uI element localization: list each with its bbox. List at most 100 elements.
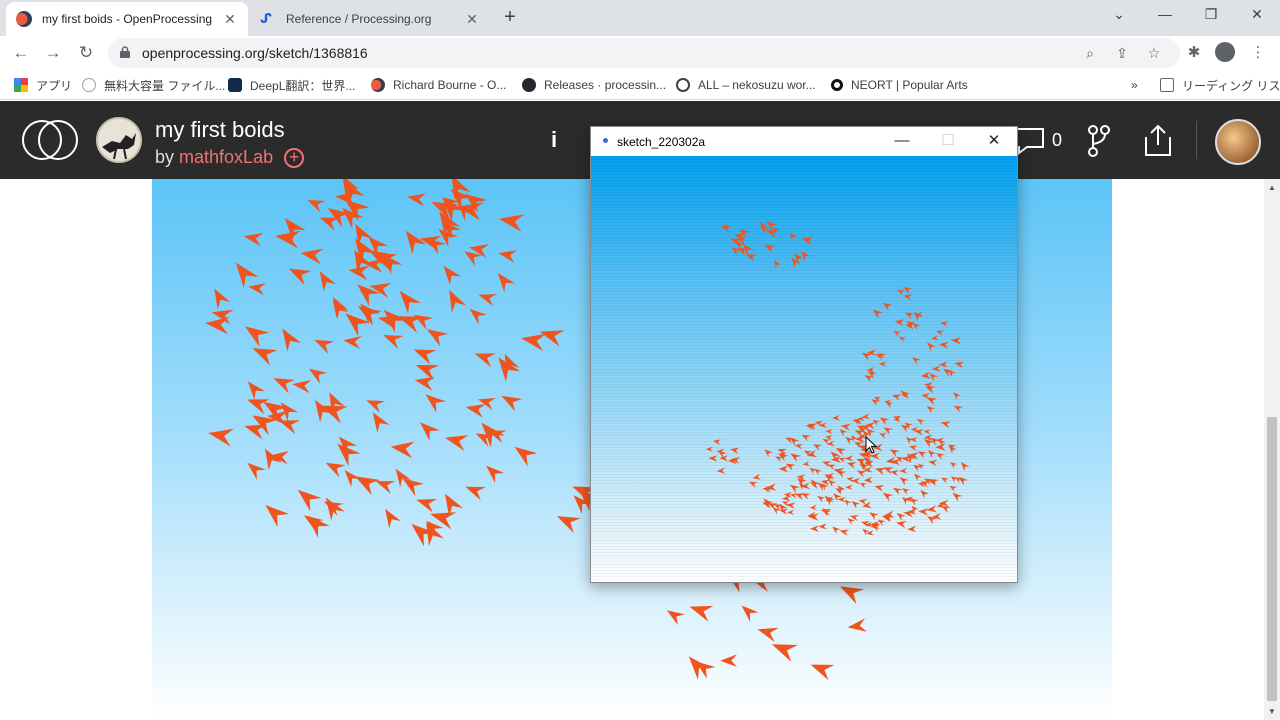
boid — [874, 485, 885, 492]
boid — [948, 445, 957, 454]
browser-toolbar: ← → ↻ openprocessing.org/sketch/1368816 … — [0, 36, 1280, 70]
boid — [720, 654, 738, 667]
close-window-icon[interactable]: ✕ — [1234, 0, 1280, 30]
author-avatar[interactable] — [96, 117, 142, 163]
boid — [846, 462, 857, 469]
boid — [940, 321, 949, 327]
boid — [343, 336, 362, 350]
share-icon[interactable] — [1140, 123, 1176, 157]
tab-processing-reference[interactable]: ᔑ Reference / Processing.org ✕ — [250, 2, 490, 36]
boid — [444, 435, 469, 452]
processing-canvas[interactable] — [591, 156, 1017, 582]
bookmarks-overflow-icon[interactable]: » — [1131, 76, 1138, 94]
tab-search-icon[interactable]: ⌄ — [1096, 0, 1142, 30]
wordpress-icon — [676, 78, 690, 92]
boid — [851, 435, 858, 442]
bookmark-nekosuzu[interactable]: ALL – nekosuzu wor... — [676, 76, 816, 94]
restore-icon[interactable]: ❐ — [1188, 0, 1234, 30]
boid — [426, 329, 449, 347]
close-window-icon[interactable]: ✕ — [971, 127, 1017, 156]
address-bar[interactable]: openprocessing.org/sketch/1368816 ⌕ ⇪ ☆ — [108, 38, 1180, 68]
comment-icon[interactable] — [1015, 127, 1045, 155]
boid — [288, 268, 312, 286]
boid — [825, 429, 833, 435]
boid — [357, 284, 381, 306]
boid — [872, 419, 880, 426]
minimize-icon[interactable]: — — [879, 127, 925, 156]
close-tab-icon[interactable]: ✕ — [464, 11, 480, 28]
window-title: sketch_220302a — [617, 135, 706, 149]
minimize-icon[interactable]: — — [1142, 0, 1188, 30]
bookmark-deepl[interactable]: DeepL翻訳：世界... — [228, 76, 355, 94]
boid — [831, 455, 842, 463]
new-tab-icon[interactable]: + — [498, 6, 522, 30]
author-link[interactable]: mathfoxLab — [179, 147, 273, 167]
bookmark-apps[interactable]: アプリ — [14, 76, 72, 94]
bookmark-star-icon[interactable]: ☆ — [1144, 43, 1164, 63]
boid — [712, 439, 721, 445]
boid — [372, 412, 390, 433]
boid — [862, 528, 870, 536]
boid — [824, 495, 835, 506]
fork-icon[interactable] — [1086, 125, 1112, 157]
back-icon[interactable]: ← — [8, 40, 34, 66]
boid — [300, 248, 324, 265]
boid — [786, 509, 795, 515]
boid — [344, 470, 361, 488]
zoom-icon[interactable]: ⌕ — [1080, 43, 1100, 63]
boid — [905, 312, 915, 320]
window-titlebar[interactable]: sketch_220302a — ☐ ✕ — [591, 127, 1017, 156]
boid — [390, 441, 415, 459]
boid — [307, 200, 326, 213]
boid — [926, 505, 938, 513]
boid — [282, 328, 302, 352]
boid — [465, 486, 486, 501]
boid — [809, 504, 817, 510]
bookmark-richard-bourne[interactable]: Richard Bourne - O... — [371, 76, 506, 94]
forward-icon[interactable]: → — [40, 40, 66, 66]
chrome-profile-avatar[interactable] — [1215, 42, 1235, 62]
boid — [248, 283, 266, 296]
bookmark-file-service[interactable]: 無料大容量 ファイル... — [82, 76, 225, 94]
openprocessing-favicon-icon — [16, 11, 32, 27]
boid — [214, 288, 231, 310]
bookmark-neort[interactable]: NEORT | Popular Arts — [831, 76, 968, 94]
boid — [953, 392, 961, 401]
boid — [719, 455, 728, 462]
boid — [875, 468, 886, 476]
boid — [319, 271, 336, 292]
close-tab-icon[interactable]: ✕ — [222, 11, 238, 28]
scrollbar-thumb[interactable] — [1267, 417, 1277, 701]
bookmark-releases[interactable]: Releases · processin... — [522, 76, 666, 94]
boid — [896, 521, 907, 529]
boid — [931, 335, 939, 341]
reading-list[interactable]: リーディング リスト — [1160, 76, 1280, 94]
boid — [879, 417, 890, 426]
user-avatar[interactable] — [1215, 119, 1261, 165]
page-scrollbar[interactable]: ▲ ▼ — [1264, 179, 1280, 720]
boid — [851, 501, 861, 509]
scroll-down-icon[interactable]: ▼ — [1264, 705, 1280, 719]
boid — [297, 489, 322, 512]
processing-sketch-window[interactable]: sketch_220302a — ☐ ✕ — [590, 126, 1018, 583]
share-page-icon[interactable]: ⇪ — [1112, 43, 1132, 63]
boid — [861, 352, 872, 361]
boid — [802, 460, 811, 467]
openprocessing-logo-icon[interactable] — [22, 117, 78, 163]
info-icon[interactable]: i — [551, 127, 557, 153]
boid — [814, 468, 822, 476]
tab-openprocessing[interactable]: my first boids - OpenProcessing ✕ — [6, 2, 248, 36]
openprocessing-favicon-icon — [371, 78, 385, 92]
follow-plus-icon[interactable]: + — [284, 148, 305, 169]
boid — [764, 244, 776, 254]
boid — [927, 450, 937, 459]
boid — [247, 381, 265, 400]
chrome-menu-icon[interactable]: ⋮ — [1248, 43, 1268, 63]
scroll-up-icon[interactable]: ▲ — [1264, 181, 1280, 195]
extensions-icon[interactable]: ✱ — [1184, 43, 1204, 63]
reload-icon[interactable]: ↻ — [73, 40, 99, 66]
boid — [208, 428, 234, 447]
boid — [556, 516, 581, 534]
boid — [920, 371, 931, 379]
boid — [800, 251, 811, 262]
